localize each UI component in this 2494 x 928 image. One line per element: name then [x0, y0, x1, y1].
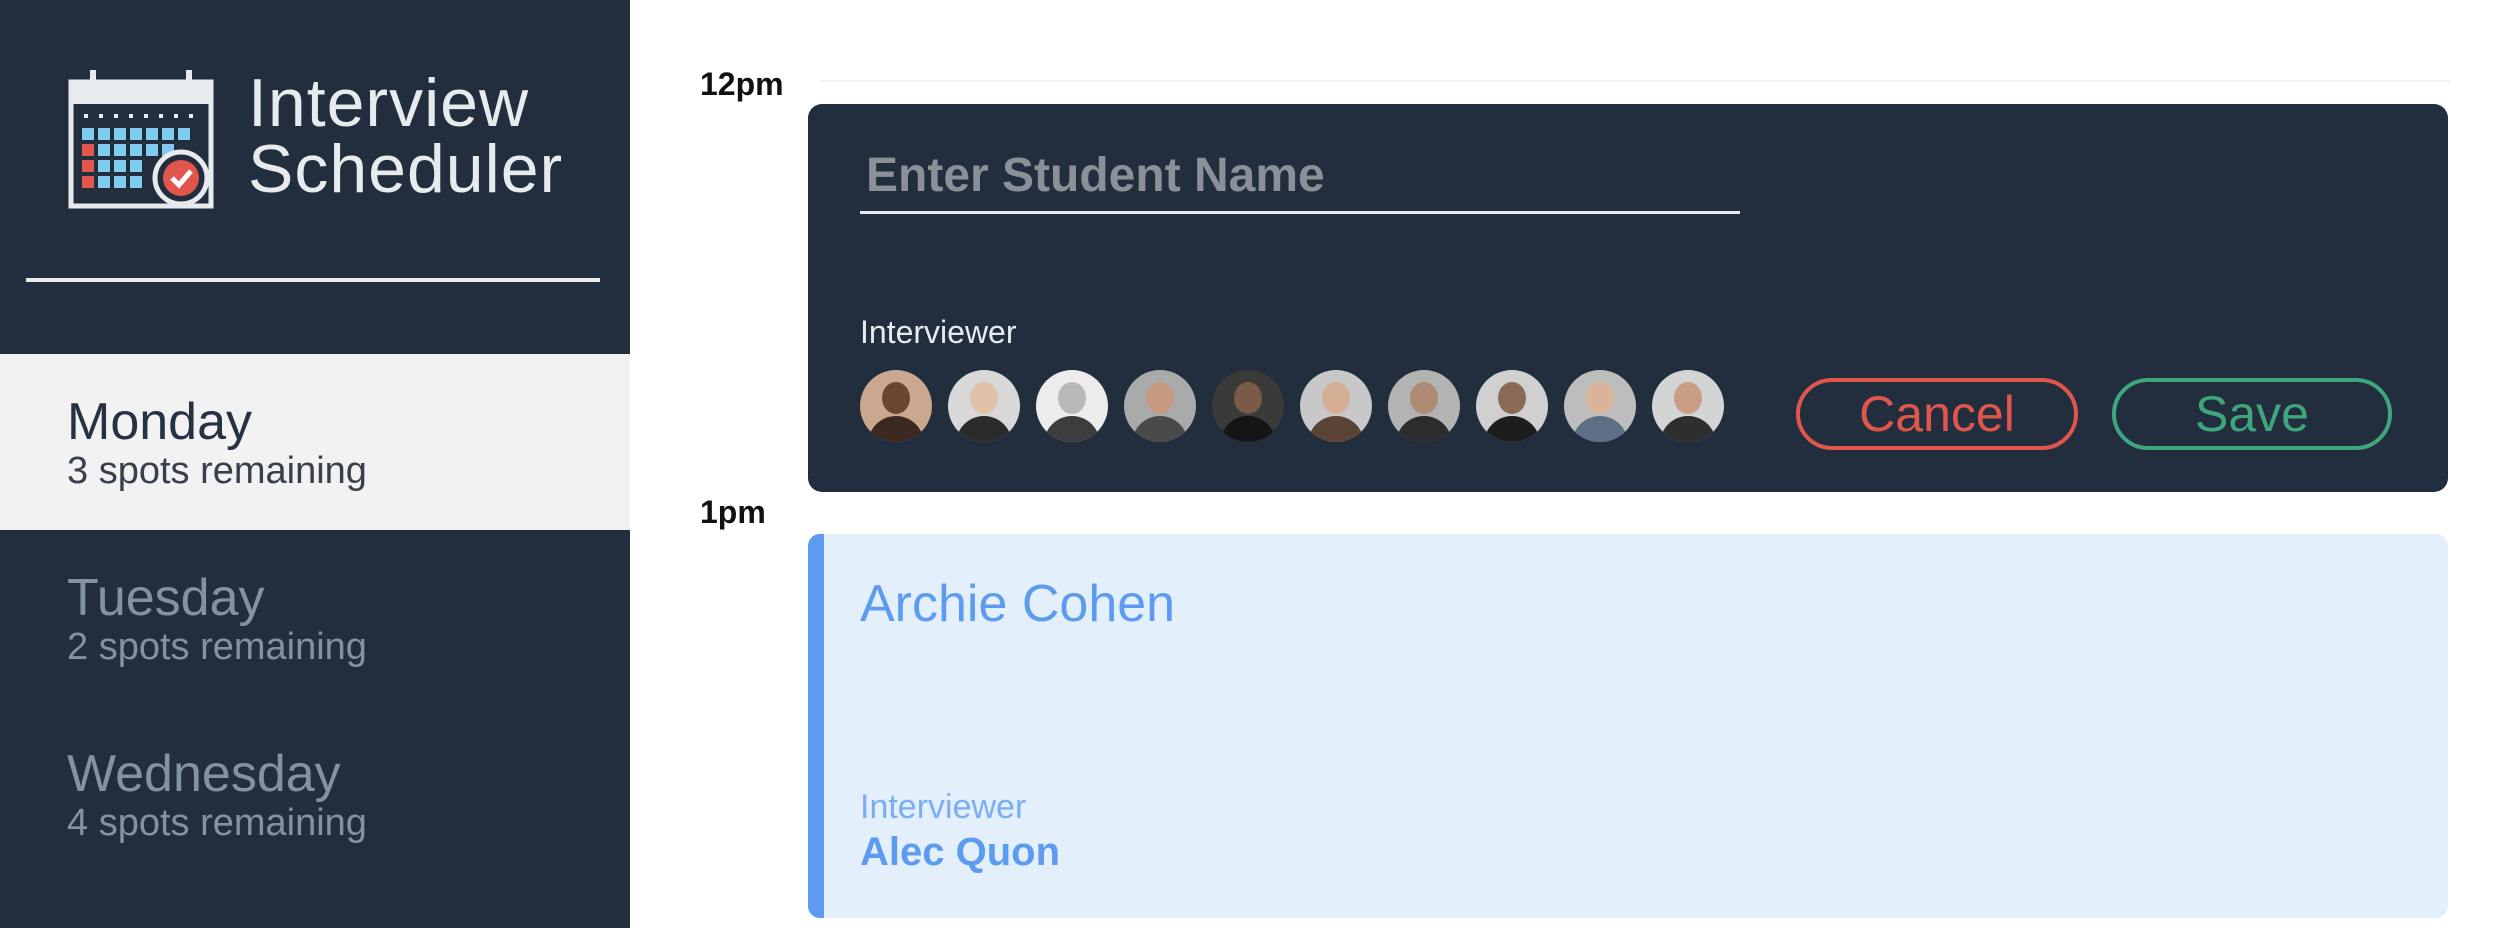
- day-item-wednesday[interactable]: Wednesday 4 spots remaining: [0, 706, 630, 882]
- day-spots: 4 spots remaining: [67, 802, 367, 844]
- appointment-accent-bar: [808, 534, 824, 918]
- appointment-card[interactable]: Archie Cohen Interviewer Alec Quon: [808, 534, 2448, 918]
- day-list: Monday 3 spots remaining Tuesday 2 spots…: [0, 354, 630, 882]
- time-label-1pm: 1pm: [700, 494, 766, 530]
- day-spots: 2 spots remaining: [67, 626, 367, 668]
- cancel-button[interactable]: Cancel: [1796, 378, 2078, 450]
- day-item-tuesday[interactable]: Tuesday 2 spots remaining: [0, 530, 630, 706]
- interviewer-avatar[interactable]: [1212, 370, 1284, 442]
- day-spots: 3 spots remaining: [67, 450, 367, 492]
- app-title: Interview Scheduler: [248, 65, 564, 207]
- sidebar: Interview Scheduler Monday 3 spots remai…: [0, 0, 630, 928]
- interviewer-list: [860, 370, 1740, 442]
- sidebar-divider: [26, 278, 600, 282]
- interviewer-avatar[interactable]: [1388, 370, 1460, 442]
- app-title-line2: Scheduler: [248, 131, 564, 207]
- hour-divider: [820, 80, 2450, 82]
- time-label-12pm: 12pm: [700, 66, 784, 102]
- day-name: Tuesday: [67, 569, 265, 627]
- day-item-monday[interactable]: Monday 3 spots remaining: [0, 354, 630, 530]
- interviewer-avatar[interactable]: [948, 370, 1020, 442]
- appointment-form: Interviewer: [808, 104, 2448, 492]
- appointment-interviewer-label: Interviewer: [860, 788, 1027, 826]
- interviewer-avatar[interactable]: [1300, 370, 1372, 442]
- interviewer-avatar[interactable]: [1476, 370, 1548, 442]
- appointment-interviewer-name: Alec Quon: [860, 830, 1061, 874]
- save-button[interactable]: Save: [2112, 378, 2392, 450]
- calendar-check-icon: [68, 70, 214, 209]
- interviewer-avatar[interactable]: [860, 370, 932, 442]
- day-name: Monday: [67, 393, 252, 451]
- day-name: Wednesday: [67, 745, 341, 803]
- interviewer-avatar[interactable]: [1036, 370, 1108, 442]
- app-title-line1: Interview: [248, 65, 530, 141]
- appointment-student-name: Archie Cohen: [860, 575, 1176, 633]
- interviewer-avatar[interactable]: [1564, 370, 1636, 442]
- student-name-input[interactable]: [860, 144, 1740, 214]
- interviewer-avatar[interactable]: [1652, 370, 1724, 442]
- interviewer-avatar[interactable]: [1124, 370, 1196, 442]
- interviewer-label: Interviewer: [860, 314, 1017, 350]
